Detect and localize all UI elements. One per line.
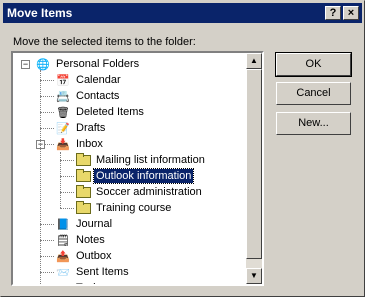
tree-connector — [40, 224, 54, 225]
drafts-icon: 📝 — [56, 122, 70, 135]
folder-tree[interactable]: 🌐 Personal Folders − 📅 Calendar 📇 Contacts 🗑… — [11, 51, 264, 286]
tree-vertical-scrollbar[interactable]: ▲ ▼ — [246, 53, 262, 284]
tree-item-personal-folders[interactable]: 🌐 Personal Folders — [35, 56, 141, 72]
tree-item[interactable]: 📝 Drafts — [55, 120, 107, 136]
contacts-icon: 📇 — [56, 90, 70, 103]
move-items-dialog: Move Items ? × Move the selected items t… — [0, 0, 365, 297]
deleted-items-icon: 🗑 — [56, 106, 70, 119]
tree-connector — [40, 128, 54, 129]
tree-item-label: Deleted Items — [76, 106, 144, 118]
tree-connector — [60, 152, 61, 208]
tree-item[interactable]: Training course — [75, 200, 173, 216]
folder-icon — [75, 168, 91, 183]
folder-shape — [75, 168, 91, 182]
tree-item[interactable]: 📤 Outbox — [55, 248, 113, 264]
tree-item-label: Sent Items — [76, 266, 129, 278]
folder-shape — [75, 200, 91, 214]
folder-tree-content: 🌐 Personal Folders − 📅 Calendar 📇 Contacts 🗑… — [13, 53, 248, 284]
cancel-button[interactable]: Cancel — [276, 82, 351, 105]
tree-item[interactable]: Outlook information — [75, 168, 195, 184]
folder-icon — [75, 152, 91, 167]
tree-item-label: Soccer administration — [96, 186, 202, 198]
tree-connector — [40, 272, 54, 273]
folder-shape — [75, 152, 91, 166]
tree-item-label: Drafts — [76, 122, 106, 134]
folder-shape — [75, 184, 91, 198]
tree-item-label: Mailing list information — [96, 154, 205, 166]
tree-connector — [60, 160, 74, 161]
collapse-personal-folders-toggle[interactable]: − — [21, 60, 30, 69]
notes-icon: 🗒 — [56, 234, 70, 247]
new-folder-button[interactable]: New... — [276, 112, 351, 135]
tree-connector — [60, 208, 74, 209]
folder-icon — [75, 184, 91, 199]
tree-item[interactable]: 🗑 Deleted Items — [55, 104, 146, 120]
tree-connector — [40, 80, 54, 81]
tree-item[interactable]: 📇 Contacts — [55, 88, 121, 104]
personal-folders-icon: 🌐 — [36, 58, 50, 71]
tree-item-label: Training course — [96, 202, 172, 214]
tasks-icon: ☑ — [55, 281, 71, 285]
title-bar: Move Items ? × — [3, 3, 362, 23]
tree-item[interactable]: Mailing list information — [75, 152, 207, 168]
tree-item-label: Outlook information — [92, 168, 195, 184]
tree-item-label: Personal Folders — [56, 58, 140, 70]
tree-connector — [60, 176, 74, 177]
tree-item-label: Outbox — [76, 250, 112, 262]
tree-connector — [40, 256, 54, 257]
tree-item-label: Journal — [76, 218, 113, 230]
journal-icon: 📘 — [56, 218, 70, 231]
tree-item-label: Inbox — [76, 138, 103, 150]
tree-item-label: Tasks — [74, 281, 106, 284]
scroll-down-arrow[interactable]: ▼ — [246, 268, 262, 284]
tree-item[interactable]: 🗒 Notes — [55, 232, 107, 248]
inbox-icon: 📥 — [56, 138, 70, 151]
tree-connector — [60, 192, 74, 193]
help-button[interactable]: ? — [325, 6, 341, 20]
calendar-icon: 📅 — [56, 74, 70, 87]
tree-item[interactable]: ☑Tasks — [55, 280, 106, 284]
tree-item[interactable]: 📘 Journal — [55, 216, 114, 232]
ok-button[interactable]: OK — [275, 52, 352, 77]
tree-connector — [40, 70, 41, 284]
tree-connector — [40, 240, 54, 241]
tree-item[interactable]: Soccer administration — [75, 184, 204, 200]
outbox-icon: 📤 — [56, 250, 70, 263]
tree-item-label: Calendar — [76, 74, 121, 86]
tree-item[interactable]: 📥 Inbox — [55, 136, 105, 152]
folder-icon — [75, 200, 91, 215]
tree-connector — [40, 112, 54, 113]
sent-items-icon: 📨 — [56, 266, 70, 279]
dialog-title: Move Items — [7, 6, 73, 20]
tree-item[interactable]: 📅 Calendar — [55, 72, 123, 88]
close-button[interactable]: × — [343, 6, 359, 20]
instruction-label: Move the selected items to the folder: — [13, 36, 196, 48]
tree-item-label: Notes — [76, 234, 105, 246]
tree-item-label: Contacts — [76, 90, 120, 102]
tree-connector — [40, 96, 54, 97]
tree-item[interactable]: 📨 Sent Items — [55, 264, 131, 280]
scroll-up-arrow[interactable]: ▲ — [246, 53, 262, 69]
scroll-thumb[interactable] — [246, 69, 262, 259]
